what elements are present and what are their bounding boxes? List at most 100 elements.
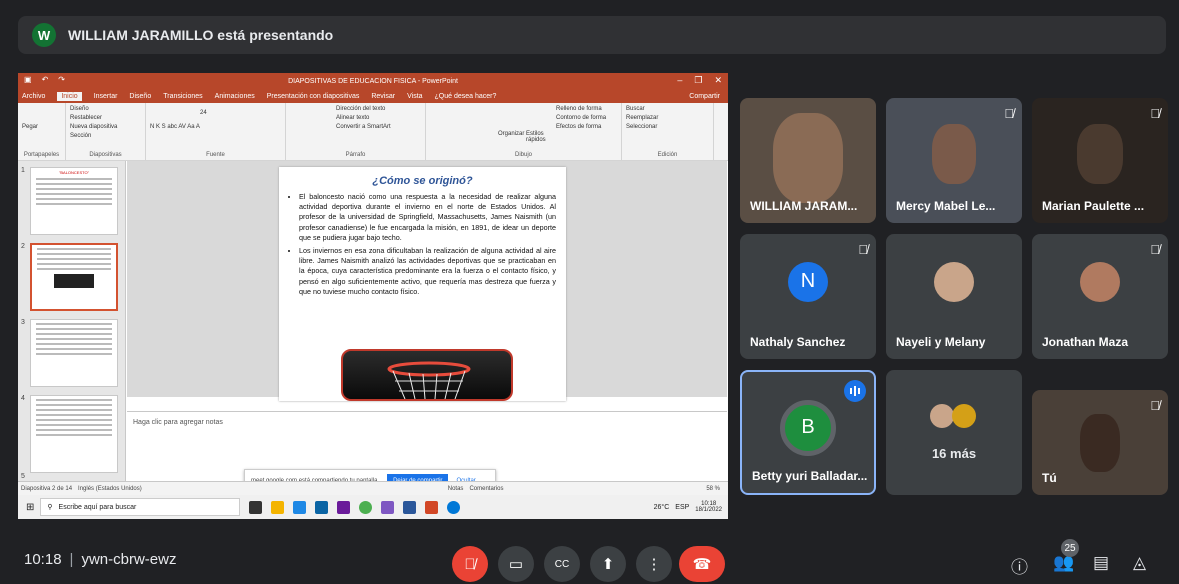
mic-off-icon: 🎙̸ bbox=[464, 555, 476, 573]
participant-name: WILLIAM JARAM... bbox=[750, 199, 858, 213]
tab-inicio[interactable]: Inicio bbox=[57, 91, 82, 101]
notes-toggle[interactable]: Notas bbox=[448, 486, 464, 492]
slide-thumb-1[interactable]: "BALONCESTO" bbox=[30, 167, 118, 235]
participant-tile[interactable]: 🎙̸ Jonathan Maza bbox=[1032, 234, 1168, 359]
camera-toggle-button[interactable]: ▭ bbox=[498, 546, 534, 582]
group-label: Edición bbox=[657, 152, 678, 158]
comments-toggle[interactable]: Comentarios bbox=[469, 486, 503, 492]
tab-animaciones[interactable]: Animaciones bbox=[215, 93, 255, 100]
clock-date[interactable]: 18/1/2022 bbox=[695, 507, 722, 513]
slide-thumb-4[interactable] bbox=[30, 395, 118, 473]
shape-effects-button[interactable]: Efectos de forma bbox=[556, 124, 617, 130]
font-size[interactable]: 24 bbox=[200, 110, 281, 116]
file-explorer-icon[interactable] bbox=[271, 500, 285, 514]
close-icon[interactable]: ✕ bbox=[714, 75, 722, 86]
section-button[interactable]: Sección bbox=[70, 133, 141, 139]
replace-button[interactable]: Reemplazar bbox=[626, 115, 709, 121]
taskbar-search[interactable]: ⚲ Escribe aquí para buscar bbox=[40, 498, 241, 516]
participant-tile[interactable]: Nayeli y Melany bbox=[886, 234, 1022, 359]
tab-presentacion[interactable]: Presentación con diapositivas bbox=[267, 93, 360, 100]
participant-avatar bbox=[1080, 261, 1120, 302]
keyboard-lang[interactable]: ESP bbox=[675, 504, 689, 511]
participant-tile[interactable]: B Betty yuri Balladar... bbox=[740, 370, 876, 495]
participant-tile[interactable]: N 🎙̸ Nathaly Sanchez bbox=[740, 234, 876, 359]
slide-bullet-1: El baloncesto nació como una respuesta a… bbox=[299, 192, 556, 243]
meeting-code: ywn-cbrw-ewz bbox=[81, 551, 177, 568]
participant-tile[interactable]: WILLIAM JARAM... bbox=[740, 98, 876, 223]
teams-icon[interactable] bbox=[381, 500, 395, 514]
participant-name: Mercy Mabel Le... bbox=[896, 199, 996, 213]
quick-styles-button[interactable]: Estilos rápidos bbox=[526, 131, 546, 143]
present-icon: ⬆ bbox=[601, 556, 615, 573]
group-label: Diapositivas bbox=[89, 152, 122, 158]
language-status[interactable]: Inglés (Estados Unidos) bbox=[78, 486, 142, 492]
shape-outline-button[interactable]: Contorno de forma bbox=[556, 115, 617, 121]
mail-icon[interactable] bbox=[315, 500, 329, 514]
participant-video bbox=[773, 113, 843, 203]
thumb-number: 5 bbox=[21, 473, 25, 480]
zoom-level[interactable]: 58 % bbox=[706, 486, 720, 492]
redo-icon[interactable]: ↷ bbox=[58, 75, 65, 84]
slide-thumb-2[interactable] bbox=[30, 243, 118, 311]
powerpoint-icon[interactable] bbox=[425, 500, 439, 514]
organize-button[interactable]: Organizar bbox=[498, 131, 524, 137]
restore-icon[interactable]: ❐ bbox=[694, 75, 702, 86]
mic-toggle-button[interactable]: 🎙̸ bbox=[452, 546, 488, 582]
share-button[interactable]: Compartir bbox=[689, 93, 720, 100]
tab-diseno[interactable]: Diseño bbox=[129, 93, 151, 100]
activities-icon[interactable]: ◬ bbox=[1133, 553, 1146, 573]
ppt-titlebar: ▣ ↶ ↷ DIAPOSITIVAS DE EDUCACION FISICA - P… bbox=[18, 73, 728, 89]
more-options-button[interactable]: ⋮ bbox=[636, 546, 672, 582]
participant-tile[interactable]: 🎙̸ Mercy Mabel Le... bbox=[886, 98, 1022, 223]
paste-button[interactable]: Pegar bbox=[22, 124, 61, 130]
shape-fill-button[interactable]: Relleno de forma bbox=[556, 106, 617, 112]
captions-button[interactable]: CC bbox=[544, 546, 580, 582]
tab-revisar[interactable]: Revisar bbox=[371, 93, 395, 100]
self-tile[interactable]: 🎙̸ Tú bbox=[1032, 390, 1168, 495]
participant-name: Nayeli y Melany bbox=[896, 335, 986, 349]
system-tray: 26°C ESP 10:18 18/1/2022 bbox=[654, 501, 722, 513]
tab-archivo[interactable]: Archivo bbox=[22, 93, 45, 100]
chrome-icon[interactable] bbox=[359, 500, 373, 514]
info-icon[interactable]: ⓘ bbox=[1011, 553, 1028, 578]
undo-icon[interactable]: ↶ bbox=[42, 75, 49, 84]
edge-icon[interactable] bbox=[447, 500, 461, 514]
slide-thumb-3[interactable] bbox=[30, 319, 118, 387]
participant-name: Marian Paulette ... bbox=[1042, 199, 1145, 213]
windows-start-icon[interactable]: ⊞ bbox=[26, 502, 34, 513]
present-button[interactable]: ⬆ bbox=[590, 546, 626, 582]
participant-name: Betty yuri Balladar... bbox=[752, 469, 868, 483]
others-tile[interactable]: 16 más bbox=[886, 370, 1022, 495]
reset-button[interactable]: Restablecer bbox=[70, 115, 141, 121]
chat-icon[interactable]: ▤ bbox=[1093, 553, 1109, 573]
store-icon[interactable] bbox=[293, 500, 307, 514]
tab-transiciones[interactable]: Transiciones bbox=[163, 93, 202, 100]
muted-mic-icon: 🎙̸ bbox=[858, 242, 868, 257]
participant-avatar: B bbox=[780, 399, 836, 456]
muted-mic-icon: 🎙̸ bbox=[1150, 242, 1160, 257]
weather-temp[interactable]: 26°C bbox=[654, 504, 670, 511]
minimize-icon[interactable]: – bbox=[677, 75, 682, 86]
word-icon[interactable] bbox=[403, 500, 417, 514]
new-slide-button[interactable]: Nueva diapositiva bbox=[70, 124, 141, 130]
find-button[interactable]: Buscar bbox=[626, 106, 709, 112]
tab-vista[interactable]: Vista bbox=[407, 93, 422, 100]
participant-avatar bbox=[952, 404, 976, 428]
save-icon[interactable]: ▣ bbox=[24, 75, 32, 84]
current-slide[interactable]: ¿Cómo se originó? El baloncesto nació co… bbox=[279, 167, 566, 401]
font-format-icons[interactable]: N K S abc AV Aa A bbox=[150, 124, 281, 130]
tell-me[interactable]: ¿Qué desea hacer? bbox=[435, 93, 497, 100]
leave-call-button[interactable]: ☎ bbox=[679, 546, 725, 582]
text-direction-button[interactable]: Dirección del texto bbox=[336, 106, 421, 112]
tab-insertar[interactable]: Insertar bbox=[94, 93, 118, 100]
align-text-button[interactable]: Alinear texto bbox=[336, 115, 421, 121]
ribbon-tabs: Archivo Inicio Insertar Diseño Transicio… bbox=[18, 89, 728, 103]
self-video bbox=[1080, 413, 1120, 472]
app-icon[interactable] bbox=[337, 500, 351, 514]
participant-tile[interactable]: 🎙̸ Marian Paulette ... bbox=[1032, 98, 1168, 223]
select-button[interactable]: Seleccionar bbox=[626, 124, 709, 130]
meeting-controls-bar: 10:18 | ywn-cbrw-ewz 🎙̸ ▭ CC ⬆ ⋮ ☎ ⓘ 👥 25 … bbox=[0, 536, 1179, 584]
smartart-button[interactable]: Convertir a SmartArt bbox=[336, 124, 421, 130]
layout-button[interactable]: Diseño bbox=[70, 106, 141, 112]
task-view-icon[interactable] bbox=[249, 500, 263, 514]
